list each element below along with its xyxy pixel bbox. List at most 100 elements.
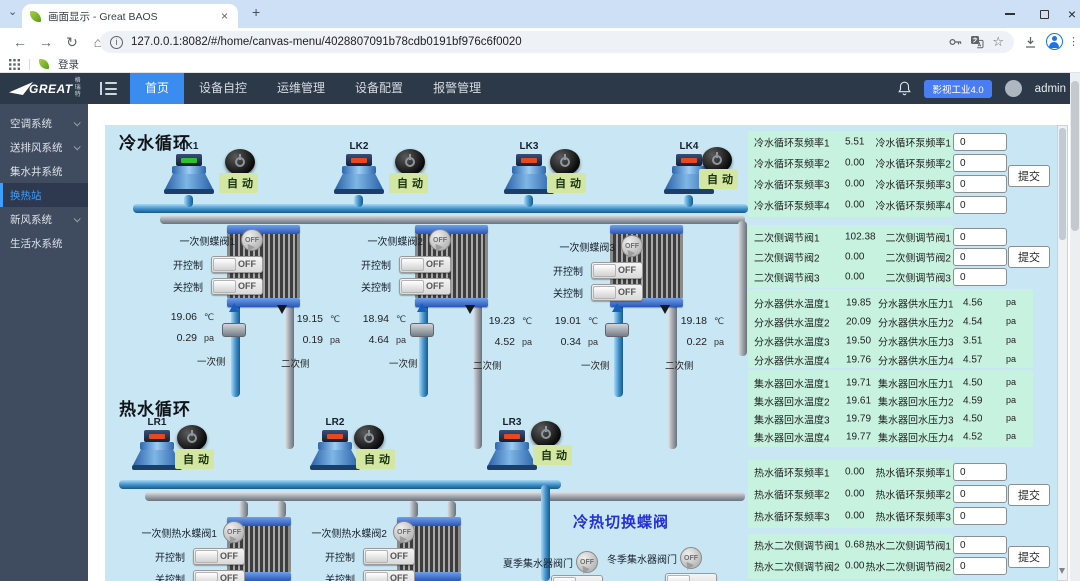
- nav-tab-home[interactable]: 首页: [130, 73, 184, 104]
- address-bar[interactable]: i 127.0.0.1:8082/#/home/canvas-menu/4028…: [100, 31, 1014, 53]
- window-close-button[interactable]: ×: [1056, 0, 1080, 28]
- close-control-toggle[interactable]: OFF: [211, 278, 263, 295]
- setpoint-input[interactable]: [953, 154, 1007, 172]
- canvas-scrollbar[interactable]: [1057, 125, 1068, 581]
- pump-lk2-auto-label[interactable]: 自动: [389, 173, 428, 193]
- valve-status-indicator[interactable]: OFF: [680, 547, 702, 569]
- submit-button[interactable]: 提交: [1008, 165, 1050, 187]
- divider: [29, 59, 30, 70]
- site-info-icon[interactable]: i: [110, 36, 123, 49]
- bookmark-star-icon[interactable]: ☆: [992, 34, 1004, 50]
- url-text[interactable]: 127.0.0.1:8082/#/home/canvas-menu/402880…: [131, 36, 940, 48]
- browser-menu-kebab-icon[interactable]: ⋮: [1068, 35, 1079, 48]
- pump-lr3-power-button[interactable]: [531, 421, 561, 447]
- pump-lr2-auto-label[interactable]: 自动: [356, 449, 395, 469]
- reading-hx3-primary: 19.01℃ 0.34pa 一次侧: [549, 315, 603, 372]
- notification-bell-icon[interactable]: [898, 81, 911, 96]
- setpoint-input[interactable]: [953, 485, 1007, 503]
- apps-grid-icon[interactable]: [9, 59, 20, 70]
- valve-label: 一次侧热水蝶阀2: [311, 525, 387, 540]
- sidebar-item-fresh-air-system[interactable]: 新风系统: [0, 207, 88, 231]
- tab-search-chevron-icon[interactable]: ⌄: [8, 5, 17, 18]
- bookmark-login[interactable]: 登录: [58, 57, 79, 72]
- password-key-icon[interactable]: [948, 35, 962, 49]
- setpoint-input[interactable]: [953, 268, 1007, 286]
- close-control-toggle[interactable]: OFF: [591, 284, 643, 301]
- new-tab-button[interactable]: +: [252, 4, 260, 20]
- close-control-toggle[interactable]: OFF: [193, 570, 245, 581]
- setpoint-input[interactable]: [953, 196, 1007, 214]
- forward-button[interactable]: →: [34, 28, 58, 56]
- pump-motor: [144, 430, 170, 442]
- sidebar-item-domestic-water-system[interactable]: 生活水系统: [0, 231, 88, 255]
- sidebar-item-heat-exchange-station[interactable]: 换热站: [0, 183, 88, 207]
- pump-lk1[interactable]: LK1: [163, 141, 215, 194]
- valve-status-indicator[interactable]: OFF: [223, 521, 245, 543]
- setpoint-input[interactable]: [953, 536, 1007, 554]
- pump-lr1-power-button[interactable]: [177, 425, 207, 451]
- reload-button[interactable]: ↻: [60, 28, 84, 56]
- window-minimize-button[interactable]: [994, 0, 1026, 28]
- download-icon[interactable]: [1024, 36, 1037, 49]
- open-control-toggle[interactable]: OFF: [363, 548, 415, 565]
- open-control-toggle[interactable]: OFF: [211, 256, 263, 273]
- setpoint-input[interactable]: [953, 228, 1007, 246]
- pump-lr3[interactable]: LR3: [486, 417, 538, 470]
- scrollbar-thumb[interactable]: [1059, 128, 1066, 240]
- setpoint-input[interactable]: [953, 248, 1007, 266]
- nav-tab-device-config[interactable]: 设备配置: [340, 73, 418, 104]
- pump-lk3-power-button[interactable]: [550, 149, 580, 175]
- pump-lk4-auto-label[interactable]: 自动: [699, 169, 738, 189]
- valve-status-indicator[interactable]: OFF: [429, 229, 451, 251]
- pump-lr2-power-button[interactable]: [354, 425, 384, 451]
- close-control-toggle[interactable]: OFF: [363, 570, 415, 581]
- setpoint-input[interactable]: [953, 133, 1007, 151]
- nav-tab-operations[interactable]: 运维管理: [262, 73, 340, 104]
- close-control-toggle[interactable]: OFF: [399, 278, 451, 295]
- submit-button[interactable]: 提交: [1008, 484, 1050, 506]
- pump-motor: [176, 154, 202, 166]
- flow-arrow-down-icon: [465, 305, 475, 314]
- open-control-toggle[interactable]: OFF: [591, 262, 643, 279]
- open-control-toggle[interactable]: OFF: [193, 548, 245, 565]
- submit-button[interactable]: 提交: [1008, 546, 1050, 568]
- sidebar-item-ac-system[interactable]: 空调系统: [0, 111, 88, 135]
- valve-status-indicator[interactable]: OFF: [621, 235, 643, 257]
- pump-lk3-auto-label[interactable]: 自动: [547, 173, 586, 193]
- pump-lk2[interactable]: LK2: [333, 141, 385, 194]
- pump-lr1-auto-label[interactable]: 自动: [175, 449, 214, 469]
- submit-button[interactable]: 提交: [1008, 246, 1050, 268]
- page-scrollbar[interactable]: [1070, 73, 1080, 581]
- browser-tab[interactable]: 画面显示 - Great BAOS ×: [22, 4, 238, 28]
- pump-lk1-auto-label[interactable]: 自动: [219, 173, 258, 193]
- pump-lr3-auto-label[interactable]: 自动: [533, 445, 572, 465]
- pump-lr2[interactable]: LR2: [309, 417, 361, 470]
- page-scrollbar-thumb[interactable]: [1071, 81, 1079, 231]
- open-control-toggle[interactable]: OFF: [399, 256, 451, 273]
- valve-group-hot-1: 一次侧热水蝶阀1OFF 开控制OFF 关控制OFF: [111, 521, 245, 581]
- pump-lk2-power-button[interactable]: [395, 149, 425, 175]
- sidebar-collapse-icon[interactable]: [100, 82, 117, 95]
- pump-lk1-power-button[interactable]: [225, 149, 255, 175]
- nav-tab-alarm[interactable]: 报警管理: [418, 73, 496, 104]
- valve-status-indicator[interactable]: OFF: [576, 551, 598, 573]
- setpoint-input[interactable]: [953, 463, 1007, 481]
- valve-status-indicator[interactable]: OFF: [393, 521, 415, 543]
- user-avatar[interactable]: [1005, 80, 1022, 97]
- sidebar-item-exhaust-system[interactable]: 送排风系统: [0, 135, 88, 159]
- setpoint-input[interactable]: [953, 175, 1007, 193]
- translate-icon[interactable]: [970, 35, 984, 49]
- setpoint-input[interactable]: [953, 507, 1007, 525]
- season-valve-toggle[interactable]: [551, 575, 603, 581]
- setpoint-input[interactable]: [953, 557, 1007, 575]
- browser-profile-avatar[interactable]: [1046, 33, 1063, 50]
- back-button[interactable]: ←: [8, 28, 32, 56]
- valve-status-indicator[interactable]: OFF: [241, 229, 263, 251]
- tab-close-icon[interactable]: ×: [219, 9, 230, 23]
- sidebar-item-sump-system[interactable]: 集水井系统: [0, 159, 88, 183]
- scroll-down-arrow-icon[interactable]: [1059, 568, 1065, 577]
- pump-label: LR1: [131, 417, 183, 430]
- username[interactable]: admin: [1035, 83, 1066, 95]
- nav-tab-device-control[interactable]: 设备自控: [184, 73, 262, 104]
- season-valve-toggle[interactable]: [665, 573, 717, 581]
